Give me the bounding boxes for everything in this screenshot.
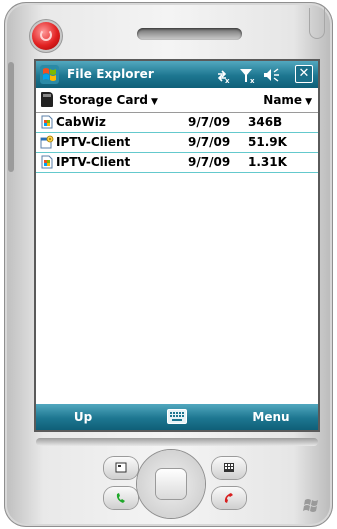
phone-hangup-icon — [224, 493, 233, 503]
speaker-mute-icon — [264, 68, 279, 82]
dpad-center-button[interactable] — [156, 469, 186, 499]
file-size: 51.9K — [248, 135, 287, 149]
right-hardware-button[interactable] — [212, 457, 246, 479]
up-softkey[interactable]: Up — [36, 404, 130, 430]
keyboard-icon[interactable] — [167, 409, 187, 424]
folder-dropdown-label: Storage Card — [59, 93, 148, 107]
sort-dropdown-label: Name — [263, 93, 303, 107]
softkey-bar: Up Menu — [36, 404, 318, 430]
screen: File Explorer x x ✕ Storage Card ▼ Name … — [36, 61, 318, 430]
svg-text:x: x — [250, 77, 255, 84]
side-button[interactable] — [8, 62, 14, 172]
file-date: 9/7/09 — [188, 135, 231, 149]
power-button[interactable] — [32, 22, 60, 50]
svg-text:x: x — [225, 77, 230, 84]
file-date: 9/7/09 — [188, 155, 231, 169]
call-button[interactable] — [104, 487, 138, 509]
folder-dropdown[interactable]: Storage Card ▼ — [59, 93, 158, 107]
left-hardware-button[interactable] — [104, 457, 138, 479]
file-row[interactable]: CabWiz 9/7/09 346B — [36, 113, 318, 133]
sort-dropdown[interactable]: Name ▼ — [263, 93, 312, 107]
windows-mobile-logo-icon — [303, 499, 318, 512]
application-icon — [40, 135, 54, 149]
speaker-grille — [137, 28, 242, 40]
file-size: 346B — [248, 115, 283, 129]
windows-start-icon[interactable] — [40, 65, 59, 84]
file-name: IPTV-Client — [56, 155, 131, 169]
phone-answer-icon — [116, 493, 125, 503]
status-icons[interactable]: x x — [212, 65, 292, 84]
connectivity-icon: x — [217, 70, 230, 84]
chevron-down-icon: ▼ — [150, 97, 158, 107]
file-date: 9/7/09 — [188, 115, 231, 129]
menu-softkey[interactable]: Menu — [224, 404, 318, 430]
file-size: 1.31K — [248, 155, 287, 169]
end-call-button[interactable] — [212, 487, 246, 509]
signal-off-icon: x — [240, 69, 255, 84]
calendar-icon — [115, 462, 127, 473]
hardware-softkey-strip[interactable] — [36, 438, 318, 446]
document-icon — [41, 115, 53, 129]
storage-card-icon — [41, 92, 53, 107]
file-name: CabWiz — [56, 115, 106, 129]
file-row[interactable]: IPTV-Client 9/7/09 1.31K — [36, 153, 318, 173]
stylus-slot — [309, 8, 325, 39]
chevron-down-icon: ▼ — [305, 97, 312, 107]
file-list: CabWiz 9/7/09 346B IPTV-Client 9/7/09 51… — [36, 113, 318, 173]
file-row[interactable]: IPTV-Client 9/7/09 51.9K — [36, 133, 318, 153]
title-bar: File Explorer x x ✕ — [36, 61, 318, 88]
document-icon — [41, 155, 53, 169]
contacts-icon — [224, 463, 234, 472]
file-name: IPTV-Client — [56, 135, 131, 149]
app-title: File Explorer — [67, 67, 154, 81]
folder-bar: Storage Card ▼ Name ▼ — [36, 88, 318, 113]
close-button[interactable]: ✕ — [295, 65, 313, 83]
